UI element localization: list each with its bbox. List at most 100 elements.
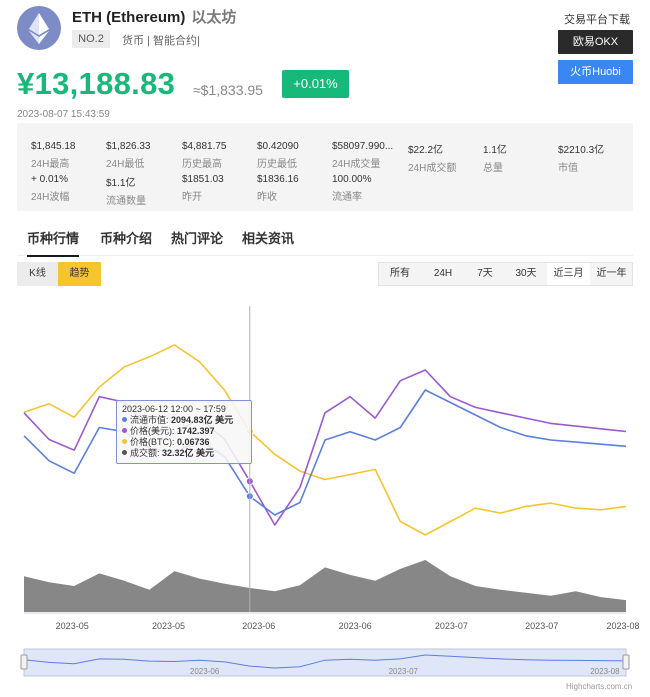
huobi-download-button[interactable]: 火币Huobi xyxy=(558,60,633,84)
stat-label: 24H成交额 xyxy=(408,163,457,174)
stat-value: + 0.01% xyxy=(31,174,68,185)
tab-news[interactable]: 相关资讯 xyxy=(242,228,294,247)
range-7d-button[interactable]: 7天 xyxy=(465,263,505,285)
navigator-right-handle[interactable] xyxy=(622,654,630,670)
tab-intro[interactable]: 币种介绍 xyxy=(100,228,152,247)
navigator-label: 2023-07 xyxy=(389,667,419,676)
stat-label: 历史最高 xyxy=(182,159,222,170)
x-tick-label: 2023-07 xyxy=(525,621,558,631)
range-3m-button[interactable]: 近三月 xyxy=(547,263,590,285)
stat-yesterday-open: $1851.03 昨开 xyxy=(182,174,256,203)
tooltip-value: 2094.83亿 美元 xyxy=(171,415,234,425)
rank-badge: NO.2 xyxy=(72,30,110,48)
detail-tabs: 币种行情 币种介绍 热门评论 相关资讯 xyxy=(17,226,633,257)
tab-market[interactable]: 币种行情 xyxy=(27,228,80,257)
price-trend-chart[interactable]: 2023-05 2023-05 2023-06 2023-06 2023-07 2023-… xyxy=(0,290,650,685)
ethereum-diamond-icon xyxy=(29,13,49,44)
tooltip-label: 流通市值: xyxy=(130,415,169,425)
stat-circulating-supply: $1.1亿流通数量 xyxy=(106,174,180,207)
stat-24h-low: $1,826.33 24H最低 xyxy=(106,141,180,170)
stat-label: 流通数量 xyxy=(106,196,146,207)
tooltip-row-price-btc: 价格(BTC): 0.06736 xyxy=(122,437,246,448)
x-tick-label: 2023-06 xyxy=(339,621,372,631)
stats-panel: $1,845.18 24H最高 $1,826.33 24H最低 $4,881.75 历… xyxy=(17,123,633,211)
stat-value: $0.42090 xyxy=(257,141,299,152)
price-lines xyxy=(23,344,627,536)
stat-label: 昨开 xyxy=(182,192,202,203)
volume-area xyxy=(24,560,626,612)
series-dot-icon xyxy=(122,439,127,444)
x-tick-label: 2023-08 xyxy=(606,621,639,631)
series-dot-icon xyxy=(122,417,127,422)
stat-24h-turnover: $22.2亿 24H成交额 xyxy=(408,141,482,174)
price-timestamp: 2023-08-07 15:43:59 xyxy=(17,109,110,120)
stat-label: 市值 xyxy=(558,163,578,174)
tooltip-value: 1742.397 xyxy=(177,426,215,436)
coin-tags: 货币 | 智能合约| xyxy=(122,35,200,47)
stat-label: 24H最高 xyxy=(31,159,70,170)
range-all-button[interactable]: 所有 xyxy=(379,263,421,285)
price-usd: ≈$1,833.95 xyxy=(193,82,263,98)
stat-label: 24H成交量 xyxy=(332,159,381,170)
stat-label: 历史最低 xyxy=(257,159,297,170)
range-navigator[interactable]: 2023-06 2023-07 2023-08 xyxy=(20,648,630,677)
stat-label: 24H波幅 xyxy=(31,192,70,203)
download-title: 交易平台下载 xyxy=(564,14,630,26)
stat-label: 流通率 xyxy=(332,192,362,203)
stat-24h-volume: $58097.990... 24H成交量 xyxy=(332,141,406,170)
stat-value: $1836.16 xyxy=(257,174,299,185)
stat-value: $2210.3亿 xyxy=(558,145,605,156)
stat-circulation-rate: 100.00% 流通率 xyxy=(332,174,406,203)
navigator-window xyxy=(23,648,627,677)
x-tick-label: 2023-05 xyxy=(56,621,89,631)
x-tick-label: 2023-05 xyxy=(152,621,185,631)
chart-credits[interactable]: Highcharts.com.cn xyxy=(566,682,632,691)
stat-label: 总量 xyxy=(483,163,503,174)
price-usd-line xyxy=(23,369,627,526)
stat-value: $4,881.75 xyxy=(182,141,227,152)
tooltip-row-price-usd: 价格(美元): 1742.397 xyxy=(122,426,246,437)
tooltip-label: 价格(美元): xyxy=(130,426,175,436)
coin-name: ETH (Ethereum) xyxy=(72,9,186,26)
stat-market-cap: $2210.3亿 市值 xyxy=(558,141,632,174)
stat-total-supply: 1.1亿总量 xyxy=(483,141,557,174)
tooltip-row-turnover: 成交额: 32.32亿 美元 xyxy=(122,448,246,459)
stat-label: 24H最低 xyxy=(106,159,145,170)
price-cny: ¥13,188.83 xyxy=(17,66,176,101)
x-tick-label: 2023-07 xyxy=(435,621,468,631)
tooltip-row-market-cap: 流通市值: 2094.83亿 美元 xyxy=(122,415,246,426)
tooltip-label: 价格(BTC): xyxy=(130,437,175,447)
navigator-label: 2023-06 xyxy=(190,667,220,676)
stat-all-time-high: $4,881.75 历史最高 xyxy=(182,141,256,170)
stat-24h-high: $1,845.18 24H最高 xyxy=(31,141,105,170)
range-30d-button[interactable]: 30天 xyxy=(505,263,547,285)
trend-toggle-button[interactable]: 趋势 xyxy=(58,262,101,286)
x-tick-label: 2023-06 xyxy=(242,621,275,631)
market-cap-line xyxy=(23,389,627,516)
tooltip-label: 成交额: xyxy=(130,448,160,458)
chart-tooltip: 2023-06-12 12:00 ~ 17:59 流通市值: 2094.83亿 … xyxy=(116,400,252,464)
tooltip-value: 0.06736 xyxy=(177,437,210,447)
kline-toggle-button[interactable]: K线 xyxy=(17,262,58,286)
navigator-left-handle[interactable] xyxy=(20,654,28,670)
stat-value: $22.2亿 xyxy=(408,145,444,156)
tooltip-value: 32.32亿 美元 xyxy=(162,448,215,458)
x-axis: 2023-05 2023-05 2023-06 2023-06 2023-07 2023-… xyxy=(24,612,640,631)
okx-download-button[interactable]: 欧易OKX xyxy=(558,30,633,54)
stat-value: $58097.990... xyxy=(332,141,394,152)
stat-24h-amplitude: + 0.01% 24H波幅 xyxy=(31,174,105,203)
stat-value: 1.1亿 xyxy=(483,145,507,156)
ethereum-logo-icon xyxy=(17,6,61,50)
stat-label: 昨收 xyxy=(257,192,277,203)
stat-value: $1,845.18 xyxy=(31,141,76,152)
stat-value: $1.1亿 xyxy=(106,178,136,189)
range-24h-button[interactable]: 24H xyxy=(421,263,465,285)
stat-value: $1,826.33 xyxy=(106,141,151,152)
tab-comments[interactable]: 热门评论 xyxy=(171,228,223,247)
series-dot-icon xyxy=(122,428,127,433)
range-1y-button[interactable]: 近一年 xyxy=(590,263,633,285)
tooltip-date: 2023-06-12 12:00 ~ 17:59 xyxy=(122,404,226,414)
time-range-group: 所有 24H 7天 30天 近三月 近一年 xyxy=(378,262,633,286)
stat-value: $1851.03 xyxy=(182,174,224,185)
coin-cn-name: 以太坊 xyxy=(191,9,237,26)
